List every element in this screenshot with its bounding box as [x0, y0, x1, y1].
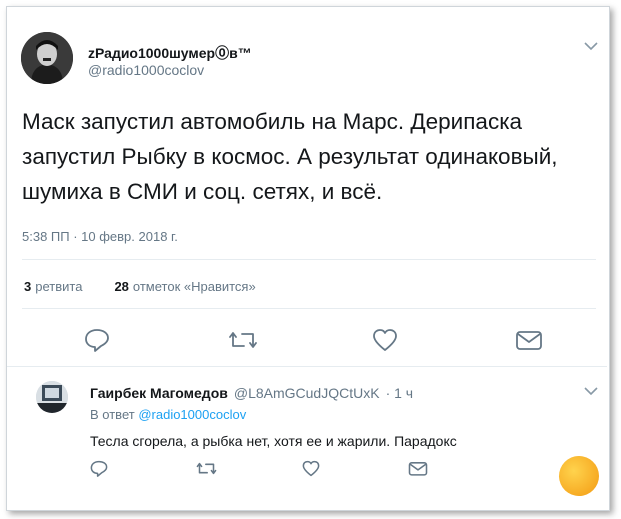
tweet-text-line: шумиха в СМИ и соц. сетях, и всё.: [22, 179, 383, 204]
reply-reply-icon[interactable]: [90, 460, 108, 482]
reply-time[interactable]: · 1 ч: [386, 385, 414, 401]
tweet-text-line: Маск запустил автомобиль на Марс. Дерипа…: [22, 109, 523, 134]
avatar[interactable]: [21, 32, 73, 84]
reply-display-name[interactable]: Гаирбек Магомедов: [90, 385, 228, 401]
display-name[interactable]: zРадио1000шумер⓪в™: [88, 43, 252, 63]
tweet-timestamp[interactable]: 5:38 ПП · 10 февр. 2018 г.: [22, 229, 178, 244]
user-handle[interactable]: @radio1000coclov: [88, 62, 204, 78]
like-icon[interactable]: [372, 328, 398, 357]
divider: [22, 308, 596, 309]
tweet-text-line: запустил Рыбку в космос. А результат оди…: [22, 144, 558, 169]
divider: [7, 366, 607, 367]
dm-icon[interactable]: [515, 328, 543, 357]
reply-to-prefix: В ответ: [90, 407, 135, 422]
retweet-icon[interactable]: [228, 328, 258, 357]
reply-dm-icon[interactable]: [408, 460, 428, 482]
retweet-label[interactable]: ретвита: [35, 279, 82, 294]
tweet-text: Маск запустил автомобиль на Марс. Дерипа…: [22, 104, 592, 209]
caret-down-icon[interactable]: [584, 38, 598, 56]
reply-to-handle-link[interactable]: @radio1000coclov: [138, 407, 246, 422]
reply-icon[interactable]: [84, 328, 110, 357]
like-count[interactable]: 28: [114, 279, 128, 294]
tweet-stats: 3 ретвита 28 отметок «Нравится»: [24, 279, 256, 294]
reply-to-line: В ответ @radio1000coclov: [90, 407, 246, 422]
reply-retweet-icon[interactable]: [196, 460, 217, 482]
reply-avatar[interactable]: [36, 381, 68, 413]
reply-header: Гаирбек Магомедов @L8AmGCudJQCtUxK · 1 ч: [90, 385, 413, 401]
reply-like-icon[interactable]: [302, 460, 320, 482]
reply-text: Тесла сгорела, а рыбка нет, хотя ее и жа…: [90, 433, 457, 449]
reply-handle[interactable]: @L8AmGCudJQCtUxK: [234, 385, 380, 401]
retweet-count[interactable]: 3: [24, 279, 31, 294]
like-label[interactable]: отметок «Нравится»: [133, 279, 256, 294]
reply-caret-down-icon[interactable]: [584, 383, 598, 401]
divider: [22, 259, 596, 260]
